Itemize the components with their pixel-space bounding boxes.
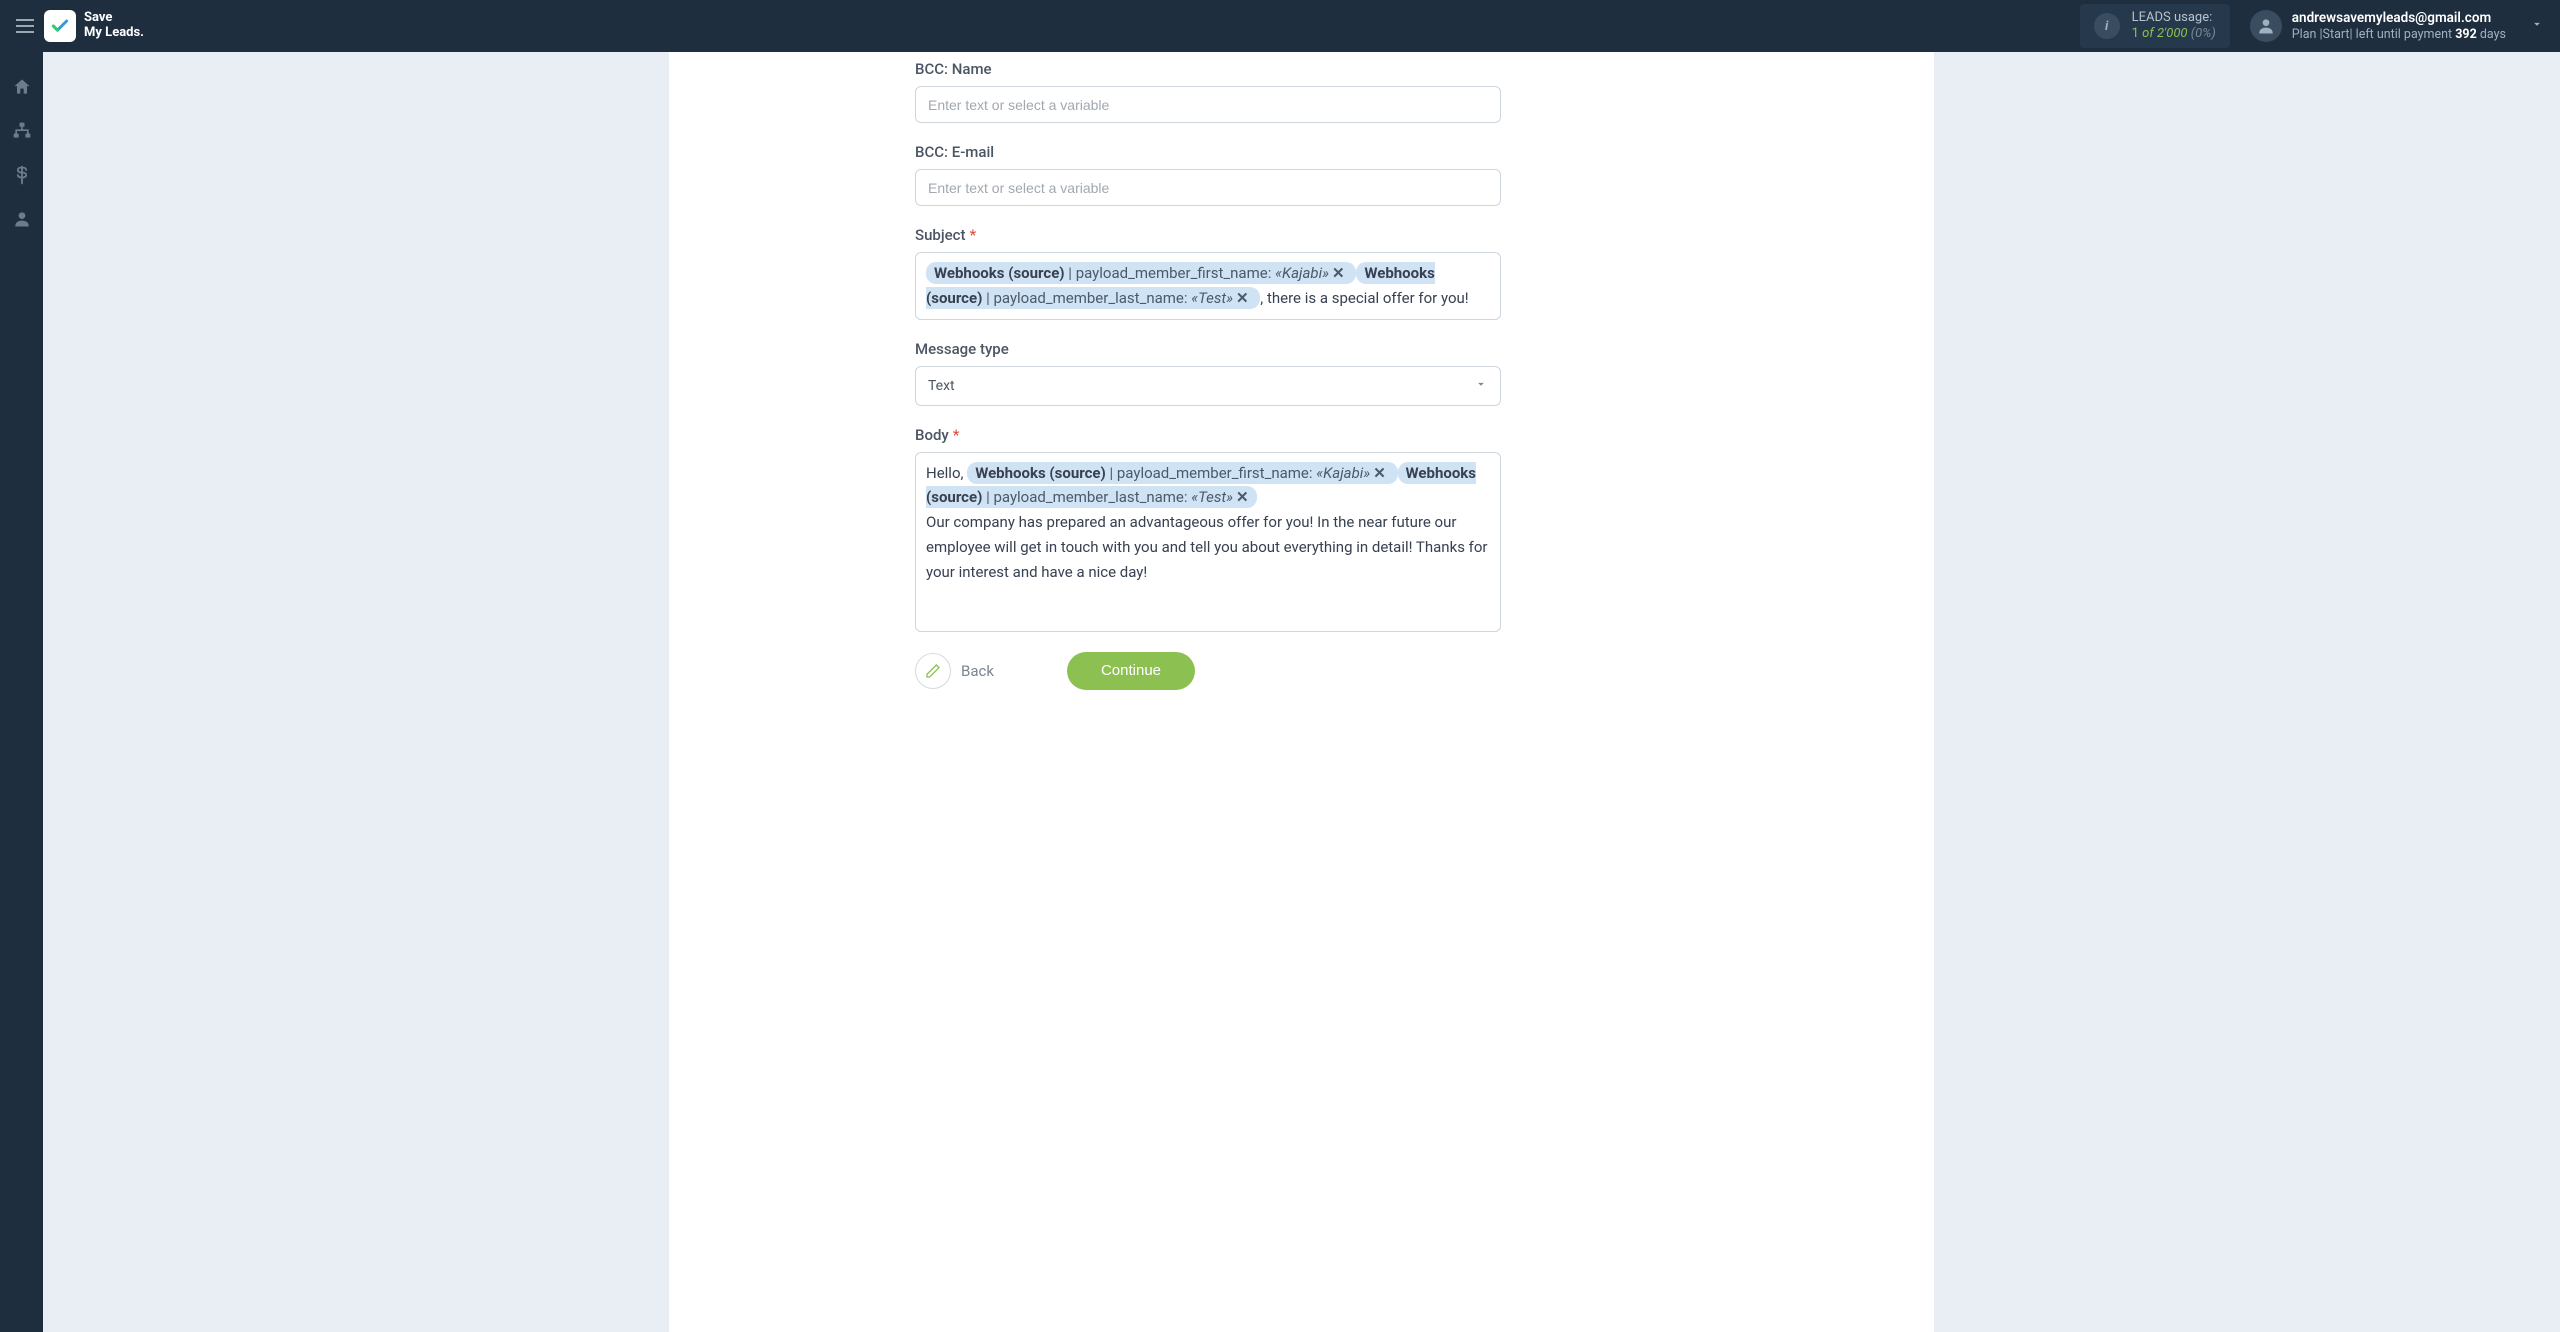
subject-group: Subject* Webhooks (source) | payload_mem…	[915, 226, 1501, 320]
leads-usage-box: i LEADS usage: 1 of 2'000 (0%)	[2080, 4, 2230, 49]
bcc-email-group: BCC: E-mail	[915, 143, 1501, 206]
logo-text: Save My Leads.	[84, 11, 144, 41]
subject-label: Subject*	[915, 226, 1501, 244]
body-paragraph-text: Our company has prepared an advantageous…	[926, 510, 1490, 584]
bcc-email-label: BCC: E-mail	[915, 143, 1501, 161]
bcc-email-input[interactable]	[915, 169, 1501, 206]
avatar-icon	[2250, 10, 2282, 42]
body-input[interactable]: Hello, Webhooks (source) | payload_membe…	[915, 452, 1501, 632]
user-icon[interactable]	[11, 208, 33, 230]
body-hello-text: Hello,	[926, 464, 967, 482]
bcc-name-group: BCC: Name	[915, 60, 1501, 123]
subject-input[interactable]: Webhooks (source) | payload_member_first…	[915, 252, 1501, 320]
variable-tag[interactable]: Webhooks (source) | payload_member_first…	[926, 262, 1356, 284]
close-icon[interactable]: ✕	[1236, 488, 1249, 506]
dollar-icon[interactable]	[11, 164, 33, 186]
close-icon[interactable]: ✕	[1236, 289, 1249, 307]
sidebar	[0, 52, 43, 1332]
logo-mark-icon	[44, 10, 76, 42]
info-icon: i	[2094, 13, 2120, 39]
sitemap-icon[interactable]	[11, 120, 33, 142]
usage-text: LEADS usage: 1 of 2'000 (0%)	[2132, 10, 2216, 43]
body-group: Body* Hello, Webhooks (source) | payload…	[915, 426, 1501, 632]
message-type-label: Message type	[915, 340, 1501, 358]
subject-trailing-text: , there is a special offer for you!	[1260, 289, 1468, 307]
message-type-select[interactable]: Text	[915, 366, 1501, 406]
chevron-down-icon[interactable]	[2530, 17, 2544, 35]
topbar: Save My Leads. i LEADS usage: 1 of 2'000…	[0, 0, 2560, 52]
main-content: BCC: Name BCC: E-mail Subject* Webhooks …	[43, 52, 2560, 1332]
bcc-name-input[interactable]	[915, 86, 1501, 123]
back-button[interactable]: Back	[915, 653, 994, 689]
pencil-icon	[915, 653, 951, 689]
bcc-name-label: BCC: Name	[915, 60, 1501, 78]
message-type-group: Message type Text	[915, 340, 1501, 406]
button-row: Back Continue	[915, 652, 1501, 690]
close-icon[interactable]: ✕	[1332, 264, 1345, 282]
user-menu[interactable]: andrewsavemyleads@gmail.com Plan |Start|…	[2250, 10, 2544, 43]
user-text: andrewsavemyleads@gmail.com Plan |Start|…	[2292, 10, 2506, 43]
hamburger-icon[interactable]	[16, 18, 34, 34]
home-icon[interactable]	[11, 76, 33, 98]
variable-tag[interactable]: Webhooks (source) | payload_member_first…	[967, 462, 1397, 484]
chevron-down-icon	[1474, 377, 1488, 395]
continue-button[interactable]: Continue	[1067, 652, 1195, 690]
body-label: Body*	[915, 426, 1501, 444]
topbar-left: Save My Leads.	[16, 10, 144, 42]
form-card: BCC: Name BCC: E-mail Subject* Webhooks …	[669, 52, 1934, 1332]
logo[interactable]: Save My Leads.	[44, 10, 144, 42]
close-icon[interactable]: ✕	[1373, 464, 1386, 482]
